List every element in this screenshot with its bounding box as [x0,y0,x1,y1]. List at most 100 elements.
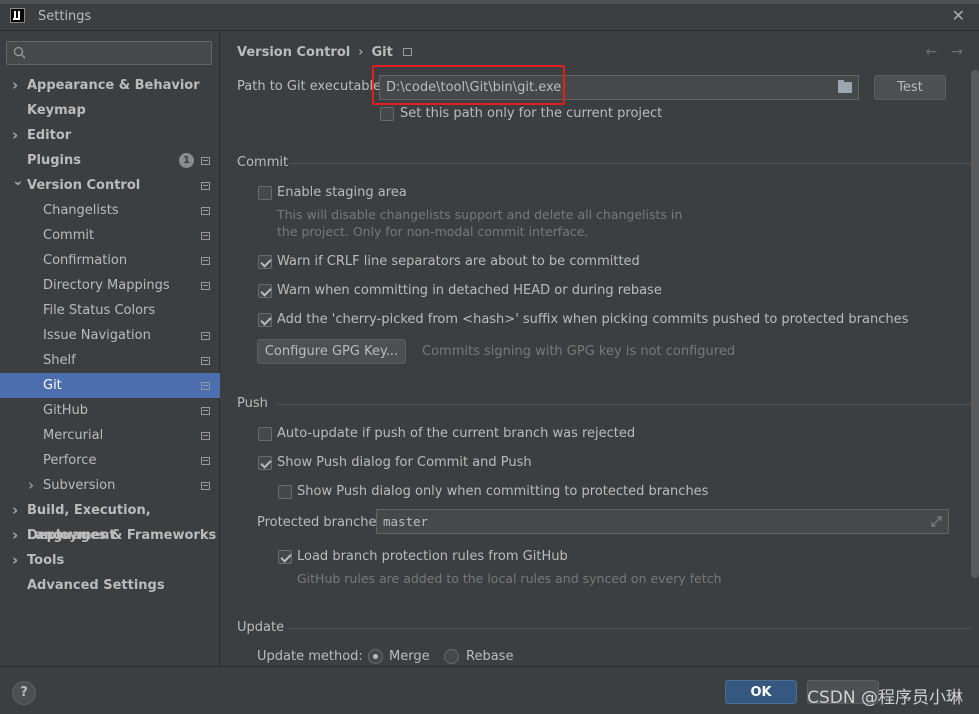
sidebar-item-label: Git [43,378,62,393]
chevron-right-icon[interactable]: › [12,548,18,573]
sidebar-item-label: Languages & Frameworks [27,528,217,543]
sidebar-item-label: GitHub [43,403,89,418]
chevron-right-icon[interactable]: › [12,523,18,548]
show-push-dialog-label: Show Push dialog for Commit and Push [277,455,532,470]
push-section-title: Push [237,396,268,411]
sidebar-item-label: Plugins [27,153,81,168]
current-project-only-checkbox[interactable] [380,107,394,121]
sidebar-item-appearance-behavior[interactable]: › Appearance & Behavior [0,73,220,98]
auto-update-push-label: Auto-update if push of the current branc… [277,426,636,441]
ok-button[interactable]: OK [725,680,797,704]
protected-branches-label: Protected branches: [257,515,388,530]
sidebar-item-confirmation[interactable]: Confirmation [0,248,220,273]
sidebar-item-tools[interactable]: › Tools [0,548,220,573]
chevron-right-icon[interactable]: › [12,73,18,98]
sidebar-item-file-status-colors[interactable]: File Status Colors [0,298,220,323]
protected-branches-input[interactable]: master [376,509,949,534]
push-dialog-protected-only-label: Show Push dialog only when committing to… [297,484,709,499]
breadcrumb-current: Git [371,45,393,60]
breadcrumb: Version Control › Git [237,45,412,60]
warn-crlf-label: Warn if CRLF line separators are about t… [277,254,640,269]
vertical-scrollbar[interactable] [971,70,979,578]
load-github-rules-checkbox[interactable] [278,550,292,564]
staging-area-checkbox[interactable] [258,186,272,200]
push-dialog-protected-only-checkbox[interactable] [278,485,292,499]
warn-detached-head-label: Warn when committing in detached HEAD or… [277,283,662,298]
chevron-right-icon[interactable]: › [12,498,18,523]
sidebar-item-mercurial[interactable]: Mercurial [0,423,220,448]
breadcrumb-separator: › [358,45,364,60]
sidebar-item-perforce[interactable]: Perforce [0,448,220,473]
project-scope-icon [201,207,210,215]
sidebar-item-label: Perforce [43,453,97,468]
sidebar-item-label: Tools [27,553,65,568]
back-arrow-icon[interactable]: ← [926,44,938,60]
update-merge-label: Merge [389,649,430,664]
sidebar-item-label: Appearance & Behavior [27,78,200,93]
sidebar-item-github[interactable]: GitHub [0,398,220,423]
sidebar-item-shelf[interactable]: Shelf [0,348,220,373]
sidebar-item-advanced-settings[interactable]: Advanced Settings [0,573,220,598]
update-section-divider [287,628,971,629]
breadcrumb-parent[interactable]: Version Control [237,45,350,60]
github-rules-note: GitHub rules are added to the local rule… [297,571,722,586]
forward-arrow-icon[interactable]: → [951,44,963,60]
sidebar-item-commit[interactable]: Commit [0,223,220,248]
gpg-status-note: Commits signing with GPG key is not conf… [422,344,736,359]
sidebar-item-build-execution-deployment[interactable]: › Build, Execution, Deployment [0,498,220,543]
chevron-right-icon[interactable]: › [12,123,18,148]
configure-gpg-key-button[interactable]: Configure GPG Key... [257,339,406,364]
update-rebase-radio[interactable] [444,649,459,664]
sidebar-item-label: File Status Colors [43,303,156,318]
close-icon[interactable]: ✕ [952,6,965,25]
annotation-highlight-box [372,65,565,105]
warn-crlf-checkbox[interactable] [258,255,272,269]
chevron-down-icon[interactable]: ⌄ [12,169,24,194]
project-scope-icon [201,357,210,365]
sidebar-item-label: Shelf [43,353,76,368]
project-scope-icon [201,282,210,290]
search-icon [13,46,26,59]
auto-update-push-checkbox[interactable] [258,427,272,441]
sidebar-item-subversion[interactable]: › Subversion [0,473,220,498]
expand-icon[interactable] [931,516,942,527]
project-scope-icon [402,48,412,56]
sidebar-item-plugins[interactable]: Plugins 1 [0,148,220,173]
sidebar-item-label: Mercurial [43,428,104,443]
sidebar-item-label: Keymap [27,103,86,118]
chevron-right-icon[interactable]: › [28,473,34,498]
sidebar-item-languages-frameworks[interactable]: › Languages & Frameworks [0,523,220,548]
sidebar-item-editor[interactable]: › Editor [0,123,220,148]
watermark-text: CSDN @程序员小琳 [807,688,963,708]
cherry-pick-suffix-checkbox[interactable] [258,313,272,327]
update-section-title: Update [237,620,285,635]
staging-area-note-line2: the project. Only for non-modal commit i… [277,224,589,239]
sidebar-item-directory-mappings[interactable]: Directory Mappings [0,273,220,298]
sidebar-item-label: Commit [43,228,95,243]
test-button[interactable]: Test [874,75,946,100]
update-count-badge: 1 [179,153,194,168]
project-scope-icon [201,432,210,440]
intellij-logo-icon [10,8,25,23]
git-settings-panel: Version Control › Git ← → Path to Git execu… [221,32,979,666]
project-scope-icon [201,482,210,490]
sidebar-item-git[interactable]: Git [0,373,220,398]
project-scope-icon [201,182,210,190]
sidebar-item-label: Changelists [43,203,119,218]
browse-folder-icon[interactable] [838,80,852,93]
sidebar-item-label: Advanced Settings [27,578,165,593]
sidebar-item-label: Confirmation [43,253,128,268]
help-button[interactable]: ? [12,681,36,705]
update-merge-radio[interactable] [368,649,383,664]
sidebar-item-issue-navigation[interactable]: Issue Navigation [0,323,220,348]
warn-detached-head-checkbox[interactable] [258,284,272,298]
update-method-label: Update method: [257,649,363,664]
show-push-dialog-checkbox[interactable] [258,456,272,470]
dialog-footer: ? OK CSDN @程序员小琳 [0,666,979,714]
sidebar-item-version-control[interactable]: ⌄ Version Control [0,173,220,198]
sidebar-item-label: Version Control [27,178,141,193]
sidebar-item-changelists[interactable]: Changelists [0,198,220,223]
settings-search-input[interactable] [6,41,212,65]
staging-area-note-line1: This will disable changelists support an… [277,207,683,222]
sidebar-item-keymap[interactable]: Keymap [0,98,220,123]
